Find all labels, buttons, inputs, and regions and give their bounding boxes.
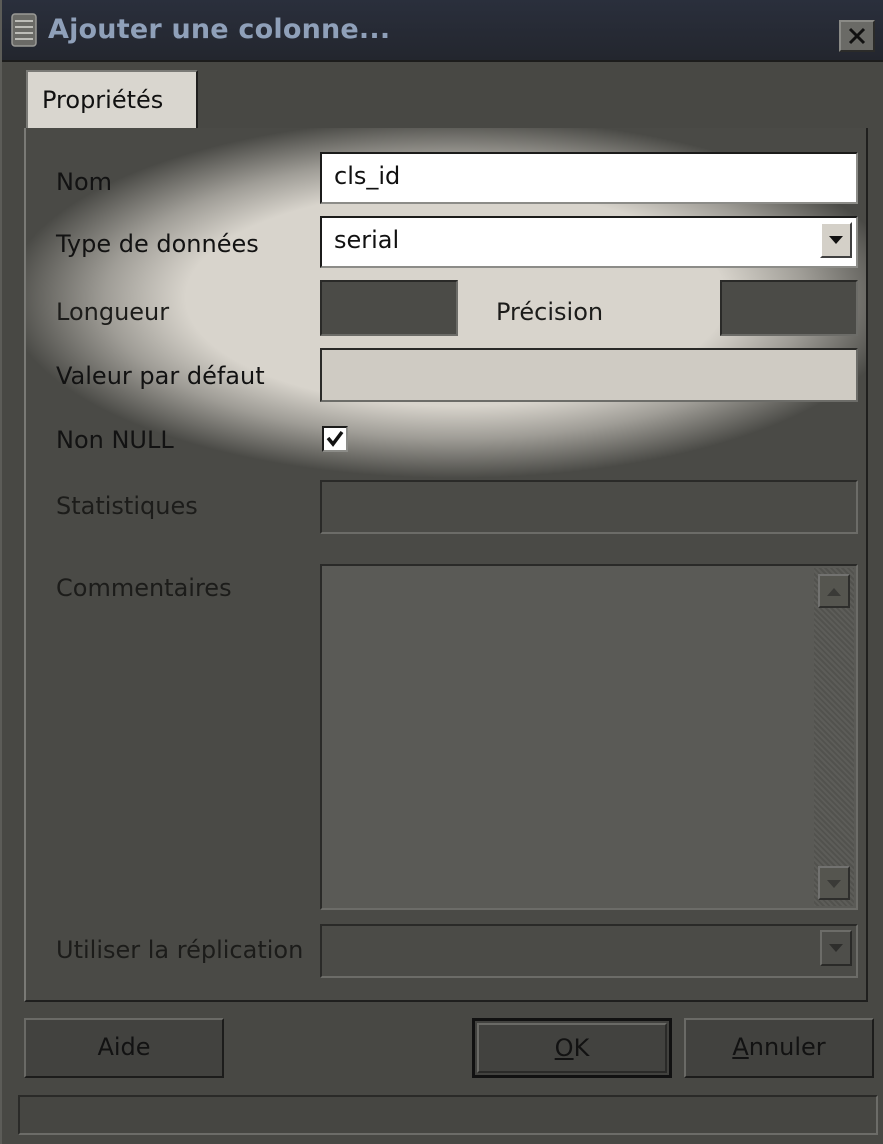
- not-null-label: Non NULL: [56, 426, 174, 454]
- replication-select[interactable]: [320, 924, 858, 978]
- comments-label: Commentaires: [56, 574, 232, 602]
- tab-properties-label: Propriétés: [42, 86, 164, 114]
- scroll-up-button[interactable]: [818, 574, 850, 608]
- ok-mnemonic: O: [554, 1034, 574, 1062]
- scroll-down-button[interactable]: [818, 866, 850, 900]
- window-title: Ajouter une colonne...: [48, 14, 391, 45]
- replication-label: Utiliser la réplication: [56, 936, 304, 964]
- ok-button-label: OK: [555, 1034, 590, 1062]
- default-value-label: Valeur par défaut: [56, 362, 265, 390]
- ok-label-rest: K: [573, 1034, 590, 1062]
- status-bar: [18, 1095, 878, 1135]
- statistics-label: Statistiques: [56, 492, 198, 520]
- datatype-select[interactable]: serial: [320, 216, 858, 268]
- name-field[interactable]: cls_id: [320, 152, 858, 204]
- datatype-dropdown-button[interactable]: [820, 222, 852, 258]
- dialog-window: Ajouter une colonne... Propriétés Nom cl…: [0, 0, 883, 1144]
- help-button-label: Aide: [97, 1033, 151, 1061]
- datatype-label: Type de données: [56, 230, 259, 258]
- not-null-checkbox[interactable]: [322, 426, 348, 452]
- cancel-button-label: Annuler: [732, 1033, 825, 1061]
- precision-field[interactable]: [720, 280, 858, 336]
- replication-dropdown-button[interactable]: [820, 930, 852, 966]
- ok-button[interactable]: OK: [472, 1018, 672, 1078]
- tab-properties[interactable]: Propriétés: [26, 70, 198, 130]
- cancel-label-rest: nnuler: [748, 1033, 826, 1061]
- database-column-icon: [10, 12, 38, 48]
- datatype-value: serial: [334, 226, 400, 254]
- cancel-mnemonic: A: [732, 1033, 749, 1061]
- close-button[interactable]: [839, 20, 875, 52]
- title-bar[interactable]: Ajouter une colonne...: [2, 0, 883, 62]
- properties-panel: Nom cls_id Type de données serial Longue…: [24, 128, 868, 1002]
- statistics-field[interactable]: [320, 480, 858, 534]
- comments-textarea[interactable]: [320, 564, 858, 910]
- precision-label: Précision: [496, 298, 604, 326]
- name-value: cls_id: [334, 162, 401, 190]
- name-label: Nom: [56, 168, 113, 196]
- help-button[interactable]: Aide: [24, 1018, 224, 1078]
- cancel-button[interactable]: Annuler: [684, 1018, 874, 1078]
- length-field[interactable]: [320, 280, 458, 336]
- comments-scrollbar[interactable]: [814, 568, 854, 906]
- default-value-field[interactable]: [320, 348, 858, 402]
- length-label: Longueur: [56, 298, 170, 326]
